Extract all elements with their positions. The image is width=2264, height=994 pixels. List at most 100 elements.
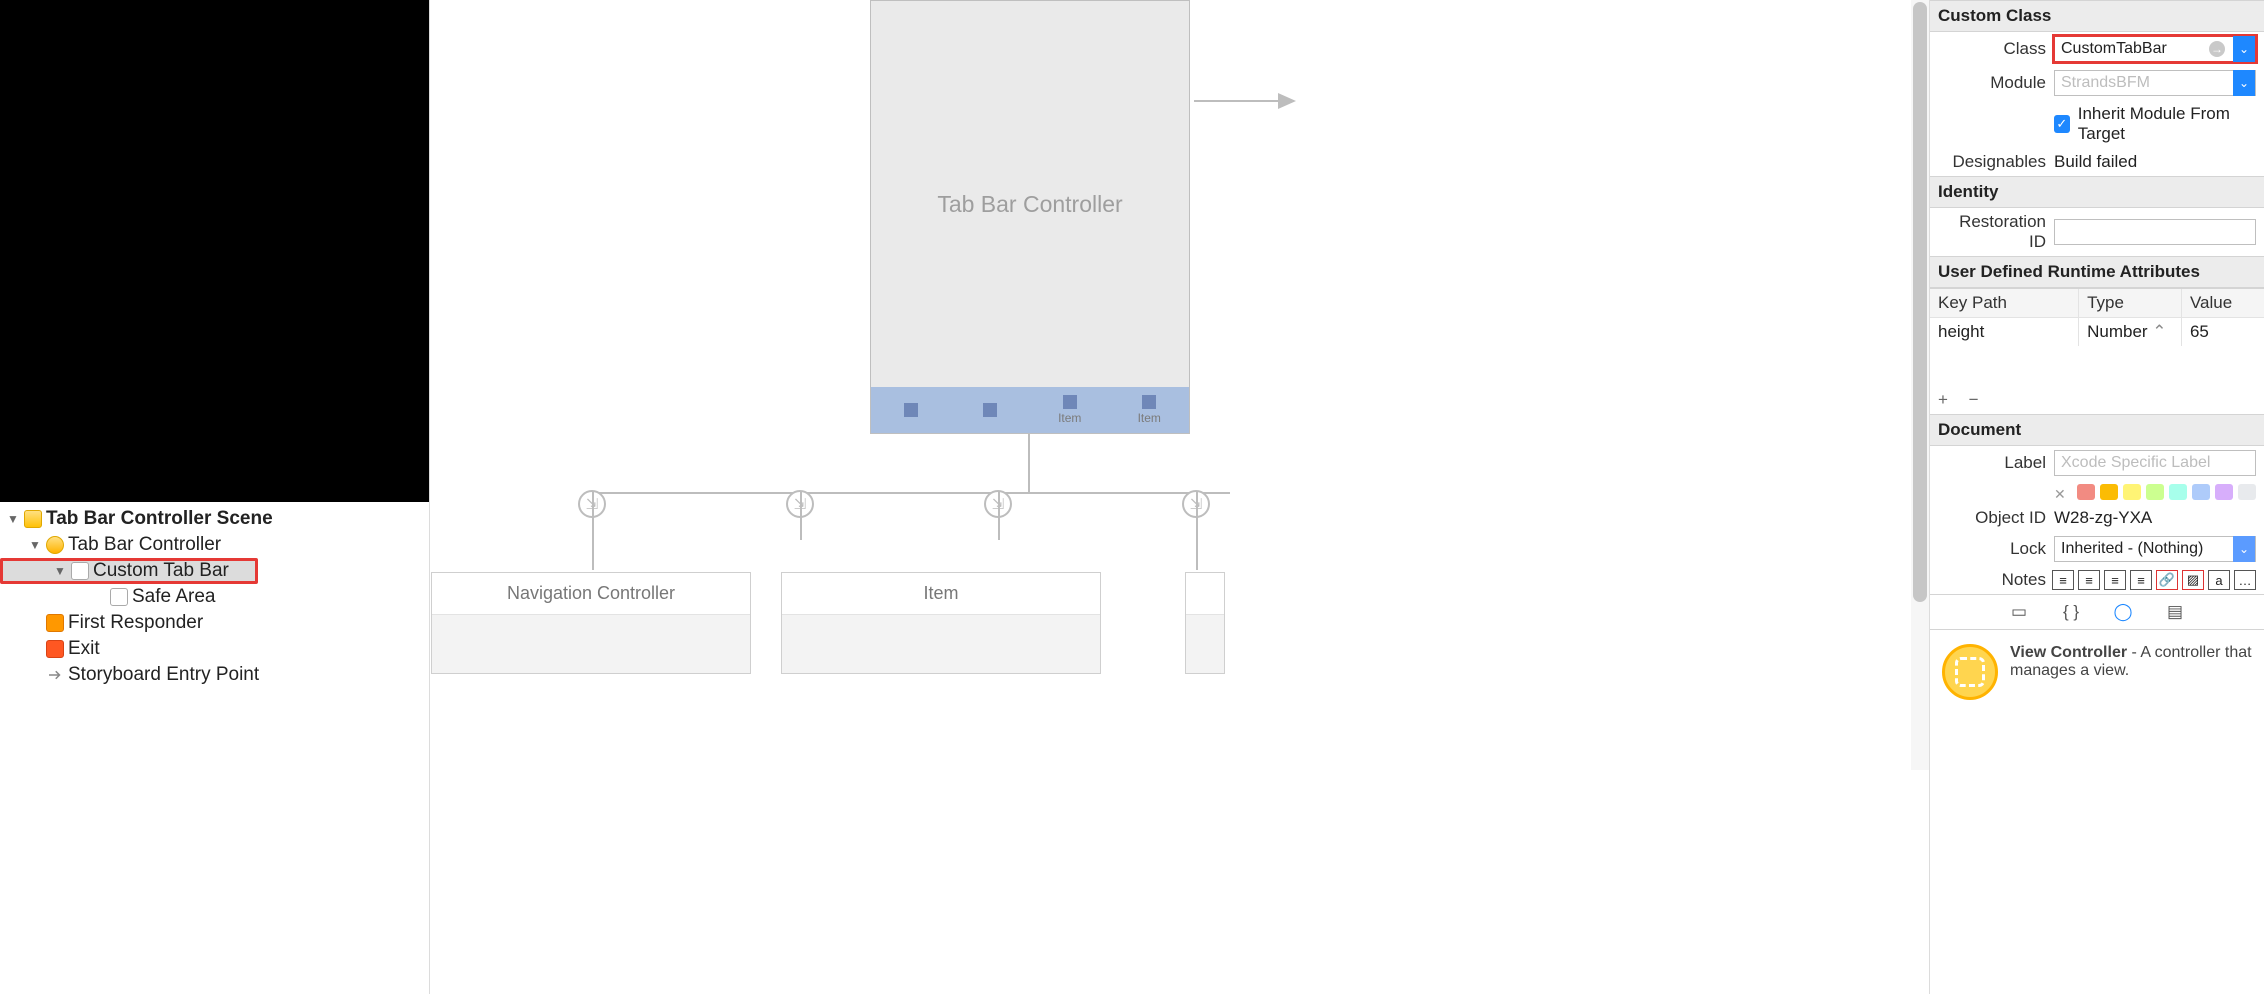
color-swatch[interactable] — [2100, 484, 2118, 500]
notes-format-icons[interactable]: ≡ ≡ ≡ ≡ 🔗 ▨ a … — [2052, 570, 2256, 590]
swatch-none-icon[interactable] — [2054, 484, 2072, 500]
object-id-row: Object ID W28-zg-YXA — [1930, 504, 2264, 532]
item-controller-card[interactable]: Item — [781, 572, 1101, 674]
color-swatch[interactable] — [2123, 484, 2141, 500]
doc-label-field[interactable]: Xcode Specific Label — [2054, 450, 2256, 476]
inherit-row[interactable]: ✓ Inherit Module From Target — [1930, 100, 2264, 148]
segue-line — [1196, 492, 1198, 570]
item-controller-card[interactable] — [1185, 572, 1225, 674]
file-template-icon[interactable]: ▭ — [2007, 600, 2031, 624]
code-snippet-icon[interactable]: { } — [2059, 600, 2083, 624]
doc-label-placeholder: Xcode Specific Label — [2061, 454, 2210, 472]
disclosure-icon[interactable] — [28, 538, 42, 552]
tab-bar-item[interactable] — [871, 387, 951, 433]
designables-label: Designables — [1938, 152, 2046, 172]
entry-point-arrow-icon — [1194, 100, 1294, 102]
disclosure-icon[interactable] — [6, 512, 20, 526]
module-field[interactable]: StrandsBFM ⌄ — [2054, 70, 2256, 96]
table-empty — [1930, 346, 2264, 386]
nav-controller-card[interactable]: Navigation Controller — [431, 572, 751, 674]
dropdown-caret-icon[interactable]: ⌄ — [2233, 36, 2255, 62]
color-swatch[interactable] — [2192, 484, 2210, 500]
outline-first-responder-row[interactable]: First Responder — [0, 610, 429, 636]
outline-tbc-row[interactable]: Tab Bar Controller — [0, 532, 429, 558]
outline-item-label: Storyboard Entry Point — [68, 664, 259, 686]
library-tabs[interactable]: ▭ { } ◯ ▤ — [1930, 594, 2264, 630]
more-icon[interactable]: … — [2234, 570, 2256, 590]
tab-item-icon — [1063, 395, 1077, 409]
color-swatch[interactable] — [2146, 484, 2164, 500]
col-keypath: Key Path — [1930, 289, 2079, 317]
outline-safe-area-row[interactable]: Safe Area — [0, 584, 429, 610]
first-responder-icon — [46, 614, 64, 632]
object-id-value: W28-zg-YXA — [2054, 508, 2152, 528]
scrollbar-thumb[interactable] — [1913, 2, 1927, 602]
link-icon[interactable]: 🔗 — [2156, 570, 2178, 590]
dropdown-caret-icon[interactable]: ⌄ — [2233, 536, 2255, 562]
color-swatch[interactable] — [2238, 484, 2256, 500]
outline-tree[interactable]: Tab Bar Controller Scene Tab Bar Control… — [0, 502, 429, 994]
align-center-icon[interactable]: ≡ — [2078, 570, 2100, 590]
label-color-swatches[interactable] — [1930, 480, 2264, 504]
card-body — [432, 615, 750, 673]
tab-item-label: Item — [1058, 411, 1081, 425]
outline-item-label: Custom Tab Bar — [93, 560, 229, 582]
document-outline: Tab Bar Controller Scene Tab Bar Control… — [0, 0, 430, 994]
outline-item-label: First Responder — [68, 612, 203, 634]
card-title — [1186, 573, 1224, 615]
runtime-attrs-table[interactable]: Key Path Type Value height Number ⌃ 65 — [1930, 288, 2264, 386]
segue-line — [998, 492, 1000, 540]
doc-label-row: Label Xcode Specific Label — [1930, 446, 2264, 480]
add-remove-buttons[interactable]: + − — [1930, 386, 2264, 414]
library-item-viewcontroller[interactable]: View Controller - A controller that mana… — [1930, 630, 2264, 714]
segue-line — [800, 492, 802, 540]
doc-label-label: Label — [1938, 453, 2046, 473]
card-title: Navigation Controller — [432, 573, 750, 615]
outline-item-label: Safe Area — [132, 586, 215, 608]
align-right-icon[interactable]: ≡ — [2104, 570, 2126, 590]
color-swatch[interactable] — [2215, 484, 2233, 500]
ib-canvas[interactable]: Tab Bar Controller Item Item ⇲ ⇲ ⇲ ⇲ Nav… — [430, 0, 1929, 994]
table-row[interactable]: height Number ⌃ 65 — [1930, 318, 2264, 346]
tab-item-label: Item — [1138, 411, 1161, 425]
scene-preview — [0, 0, 429, 502]
module-placeholder: StrandsBFM — [2061, 74, 2150, 92]
restoration-field[interactable] — [2054, 219, 2256, 245]
object-library-icon[interactable]: ◯ — [2111, 600, 2135, 624]
font-icon[interactable]: a — [2208, 570, 2230, 590]
designables-value: Build failed — [2054, 152, 2137, 172]
tab-item-icon — [904, 403, 918, 417]
inherit-checkbox[interactable]: ✓ — [2054, 115, 2070, 133]
class-field[interactable]: CustomTabBar → ⌄ — [2054, 36, 2256, 62]
media-library-icon[interactable]: ▤ — [2163, 600, 2187, 624]
outline-entry-point-row[interactable]: Storyboard Entry Point — [0, 662, 429, 688]
color-swatch[interactable] — [2169, 484, 2187, 500]
disclosure-icon[interactable] — [53, 564, 67, 578]
safe-area-icon — [110, 588, 128, 606]
custom-tab-bar[interactable]: Item Item — [871, 387, 1189, 433]
outline-custom-tabbar-row[interactable]: Custom Tab Bar — [0, 558, 258, 584]
card-body — [1186, 615, 1224, 673]
tab-bar-item[interactable]: Item — [1110, 387, 1190, 433]
align-justify-icon[interactable]: ≡ — [2130, 570, 2152, 590]
arrow-right-icon — [46, 666, 64, 684]
clear-icon[interactable]: → — [2209, 41, 2225, 57]
tab-bar-item[interactable]: Item — [1030, 387, 1110, 433]
cell-type[interactable]: Number ⌃ — [2079, 318, 2182, 346]
outline-scene-row[interactable]: Tab Bar Controller Scene — [0, 506, 429, 532]
cell-value[interactable]: 65 — [2182, 318, 2264, 346]
tabbar-controller-scene[interactable]: Tab Bar Controller Item Item — [870, 0, 1190, 434]
scene-icon — [24, 510, 42, 528]
outline-scene-label: Tab Bar Controller Scene — [46, 508, 273, 530]
lock-field[interactable]: Inherited - (Nothing) ⌄ — [2054, 536, 2256, 562]
image-icon[interactable]: ▨ — [2182, 570, 2204, 590]
cell-keypath[interactable]: height — [1930, 318, 2079, 346]
dropdown-caret-icon[interactable]: ⌄ — [2233, 70, 2255, 96]
card-title: Item — [782, 573, 1100, 615]
tab-bar-item[interactable] — [951, 387, 1031, 433]
align-left-icon[interactable]: ≡ — [2052, 570, 2074, 590]
outline-exit-row[interactable]: Exit — [0, 636, 429, 662]
viewcontroller-icon — [1942, 644, 1998, 700]
color-swatch[interactable] — [2077, 484, 2095, 500]
scrollbar-track[interactable] — [1911, 0, 1929, 770]
